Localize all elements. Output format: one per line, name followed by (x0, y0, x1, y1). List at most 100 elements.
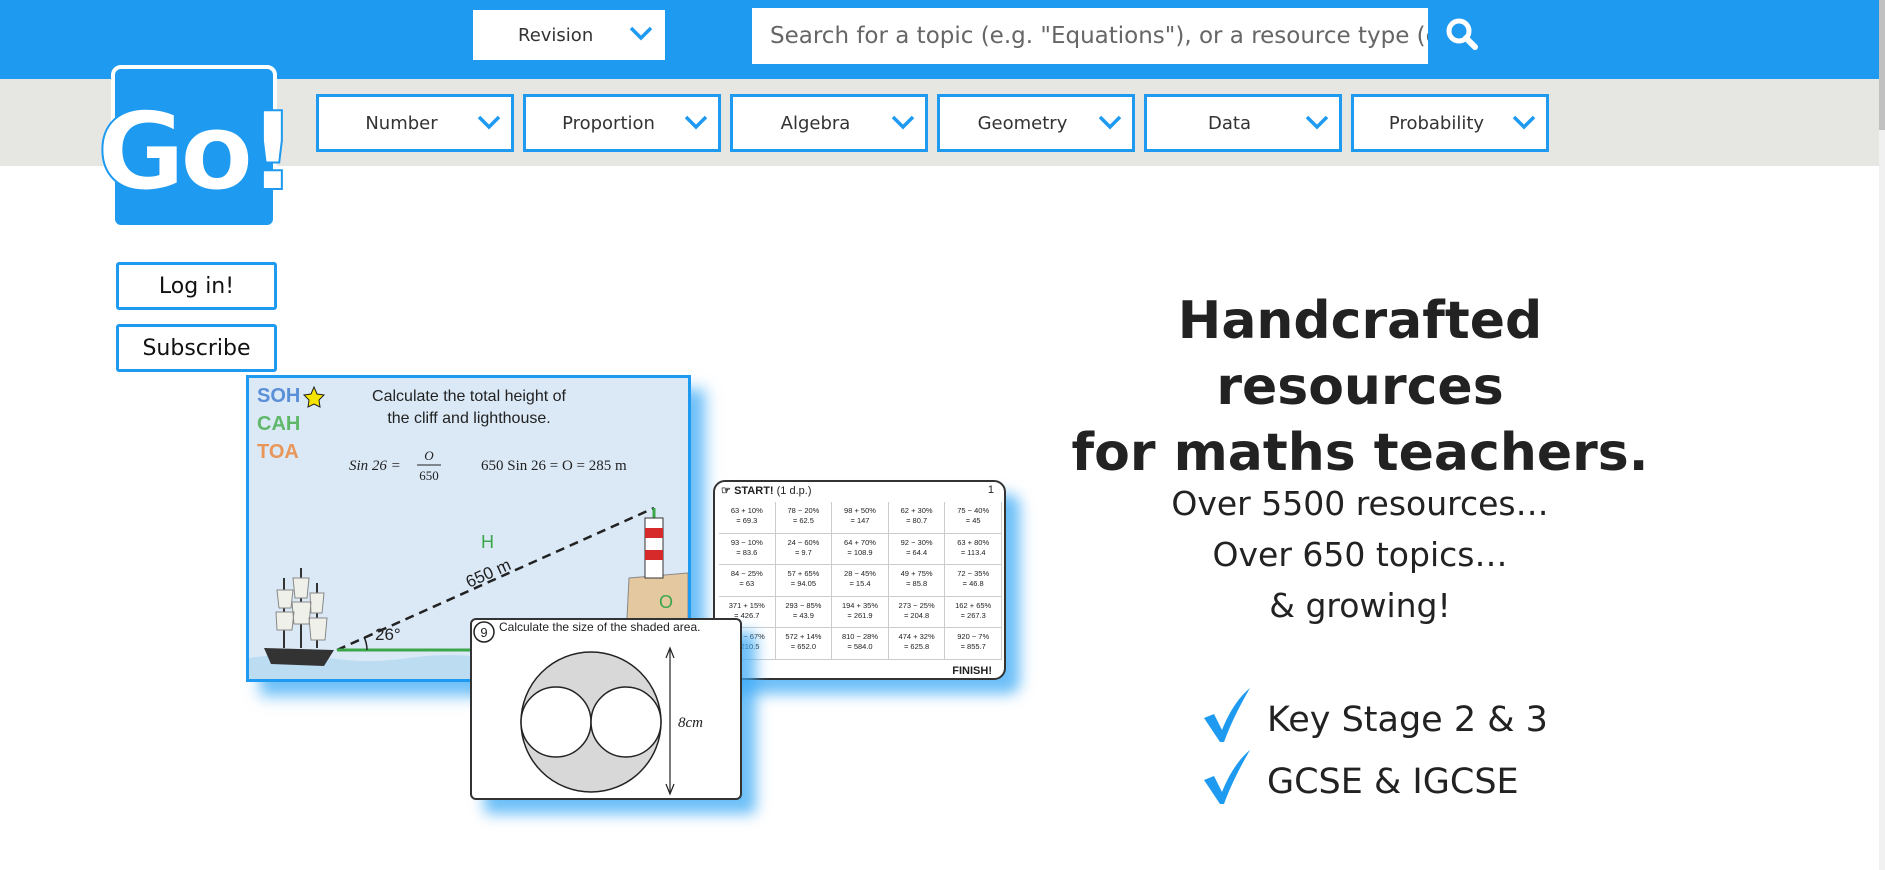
hero-title-line1: Handcrafted resources (1177, 291, 1543, 417)
cah-text: CAH (257, 413, 300, 435)
trig-question-line2: the cliff and lighthouse. (387, 410, 550, 427)
maze-finish: FINISH! (952, 665, 992, 677)
maze-cell-question: 474 + 32% (898, 632, 935, 642)
nav-number[interactable]: Number (316, 94, 514, 152)
checkmark-icon (1204, 750, 1250, 804)
revision-dropdown[interactable]: Revision (473, 10, 665, 60)
search-button[interactable] (1443, 15, 1483, 55)
maze-cell-answer: = 108.9 (847, 547, 873, 557)
maze-cell: 72 − 35% = 46.8 (945, 565, 1002, 597)
nav-probability[interactable]: Probability (1351, 94, 1549, 152)
chevron-down-icon (1305, 115, 1329, 130)
maze-cell-question: 93 − 10% (730, 537, 763, 547)
chevron-down-icon (629, 26, 653, 41)
scrollbar-thumb[interactable] (1879, 0, 1885, 130)
maze-cell: 93 − 10% = 83.6 (719, 533, 776, 566)
subscribe-button[interactable]: Subscribe (116, 324, 277, 372)
maze-cell-answer: = 43.9 (792, 610, 814, 620)
nav-data[interactable]: Data (1144, 94, 1342, 152)
soh-text: SOH (257, 385, 300, 407)
stat-resources: Over 5500 resources… (1171, 484, 1549, 523)
maze-cell-question: 72 − 35% (957, 569, 990, 579)
chevron-down-icon (1098, 115, 1122, 130)
checkmark-icon (1204, 688, 1250, 742)
chevron-down-icon (1512, 115, 1536, 130)
maze-cell-question: 293 − 85% (785, 600, 822, 610)
maze-cell-answer: = 80.7 (906, 516, 928, 525)
maze-cell-answer: = 45 (965, 516, 981, 525)
maze-cell-answer: = 113.4 (960, 547, 986, 557)
hero-title-line2: for maths teachers. (1071, 423, 1649, 483)
maze-preview: ☞ START! (1 d.p.) 1 63 + 10% = 69.3 78 − 2… (713, 480, 1006, 680)
angle-label: 26° (375, 625, 401, 644)
login-button[interactable]: Log in! (116, 262, 277, 310)
maze-cell-question: 24 − 60% (787, 537, 820, 547)
maze-cell: 24 − 60% = 9.7 (775, 533, 833, 566)
maze-cell-question: 273 − 25% (898, 600, 935, 610)
maze-cell-answer: = 63 (739, 579, 755, 589)
maze-grid: 63 + 10% = 69.3 78 − 20% = 62.5 98 + 50% = 14… (719, 502, 1002, 660)
maze-cell-answer: = 147 (850, 516, 870, 525)
dimension-label: 8cm (678, 715, 703, 731)
maze-cell: 57 + 65% = 94.05 (775, 565, 833, 597)
nav-label: Geometry (977, 112, 1068, 134)
maze-cell: 49 + 75% = 85.8 (888, 565, 946, 597)
nav-geometry[interactable]: Geometry (937, 94, 1135, 152)
star-icon (302, 385, 326, 408)
hero-title: Handcrafted resources for maths teachers… (1040, 288, 1680, 486)
chevron-down-icon (477, 115, 501, 130)
ship-icon (264, 568, 334, 666)
maze-cell-answer: = 652.0 (790, 642, 816, 652)
maze-cell-question: 62 + 30% (900, 506, 933, 515)
maze-cell: 98 + 50% = 147 (832, 502, 889, 534)
maze-cell: 28 − 45% = 15.4 (832, 565, 889, 597)
maze-cell-question: 78 − 20% (787, 506, 820, 515)
toa-text: TOA (257, 441, 299, 463)
stat-topics: Over 650 topics… (1212, 535, 1508, 574)
small-circle-right (590, 686, 662, 758)
opp-label: O (659, 592, 673, 612)
maze-cell-question: 371 + 15% (728, 600, 765, 610)
go-logo-icon: Go! (96, 65, 298, 229)
trig-eq2: 650 Sin 26 = O = 285 m (481, 458, 627, 474)
maze-cell: 572 + 14% = 652.0 (775, 628, 833, 660)
check-gcse: GCSE & IGCSE (1267, 762, 1519, 802)
nav-algebra[interactable]: Algebra (730, 94, 928, 152)
question-number: 9 (480, 625, 487, 640)
maze-cell-question: 92 − 30% (900, 537, 933, 547)
maze-cell-question: 920 − 7% (957, 632, 990, 642)
maze-cell: 162 + 65% = 267.3 (945, 596, 1002, 629)
nav-proportion[interactable]: Proportion (523, 94, 721, 152)
maze-cell-answer: = 46.8 (962, 579, 984, 589)
maze-cell-question: 194 + 35% (841, 600, 879, 610)
trig-eq1-den: 650 (419, 468, 439, 483)
length-label: 650 m (463, 555, 514, 592)
site-logo[interactable]: Go! (96, 59, 298, 231)
maze-cell-answer: = 94.05 (790, 579, 816, 589)
trig-question-line1: Calculate the total height of (372, 388, 566, 405)
trig-eq1-num: O (424, 448, 434, 463)
search-input[interactable] (752, 8, 1428, 64)
maze-cell: 62 + 30% = 80.7 (888, 502, 946, 534)
maze-cell-question: 63 + 80% (957, 537, 990, 547)
maze-cell-answer: = 855.7 (960, 642, 986, 652)
scrollbar[interactable] (1879, 0, 1885, 870)
maze-cell-question: 810 − 28% (841, 632, 879, 642)
maze-cell-question: 572 + 14% (785, 632, 822, 642)
maze-cell-question: 98 + 50% (844, 506, 876, 515)
maze-cell-answer: = 204.8 (903, 610, 930, 620)
maze-cell: 293 − 85% = 43.9 (775, 596, 833, 629)
maze-cell: 75 − 40% = 45 (945, 502, 1002, 534)
maze-cell-question: 57 + 65% (787, 569, 820, 579)
nav-label: Data (1208, 112, 1251, 134)
nav-label: Probability (1388, 112, 1485, 134)
maze-page: 1 (987, 484, 994, 496)
maze-cell-answer: = 83.6 (736, 547, 758, 557)
maze-cell-answer: = 267.3 (960, 610, 986, 620)
maze-start-icon: ☞ (721, 485, 731, 497)
maze-cell-question: 75 − 40% (957, 506, 990, 515)
maze-cell-answer: = 85.8 (906, 579, 928, 589)
maze-cell: 84 − 25% = 63 (719, 565, 776, 597)
maze-cell: 64 + 70% = 108.9 (832, 533, 889, 566)
maze-cell: 920 − 7% = 855.7 (945, 628, 1002, 660)
